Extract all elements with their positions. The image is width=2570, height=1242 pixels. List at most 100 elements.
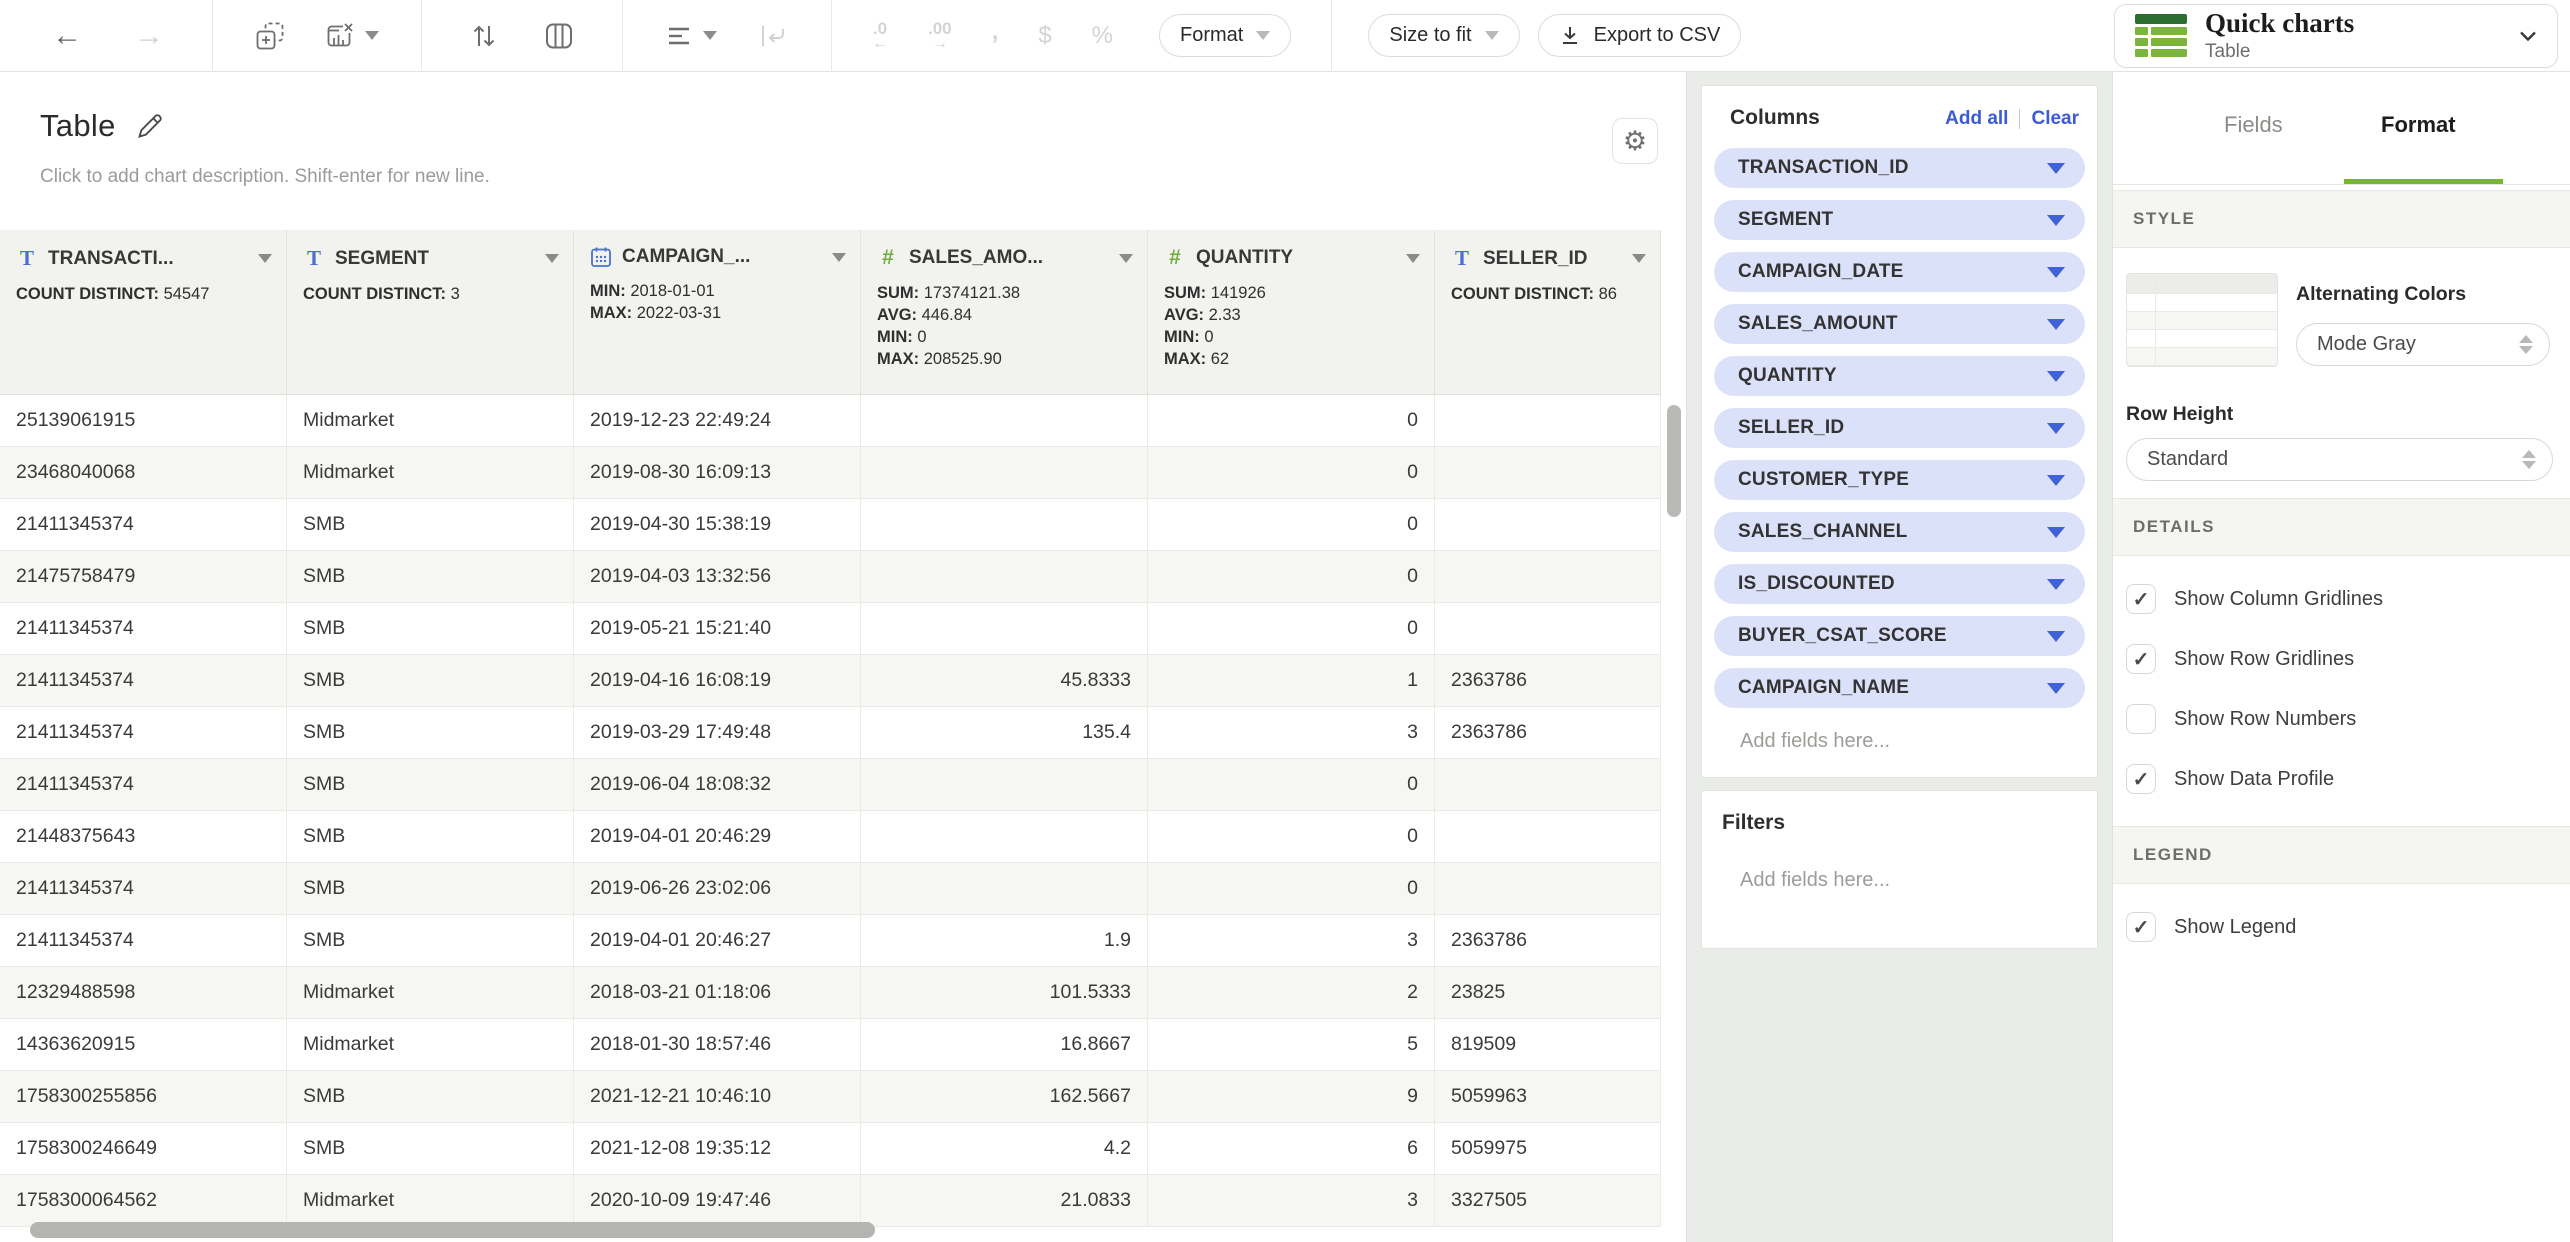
forward-button[interactable]: → [134, 21, 164, 51]
checkbox-checked-icon[interactable]: ✓ [2126, 644, 2156, 674]
duplicate-chart-button[interactable] [255, 21, 285, 51]
alternating-colors-value: Mode Gray [2317, 333, 2416, 356]
table-cell: SMB [287, 811, 574, 862]
column-pill-sales-amount[interactable]: SALES_AMOUNT [1714, 304, 2085, 344]
table-cell: 23468040068 [0, 447, 287, 498]
table-cell: 3 [1148, 915, 1435, 966]
table-row: 1758300246649SMB2021-12-08 19:35:124.265… [0, 1123, 1661, 1175]
format-button[interactable]: Format [1159, 14, 1291, 57]
chart-title[interactable]: Table [40, 108, 116, 144]
column-menu-caret-icon[interactable] [545, 254, 559, 263]
tab-fields[interactable]: Fields [2224, 112, 2283, 138]
table-cell: 25139061915 [0, 395, 287, 446]
percent-format-button[interactable]: % [1092, 22, 1113, 50]
checkbox-show-row-gridlines[interactable]: ✓ Show Row Gridlines [2126, 644, 2550, 674]
table-columns-button[interactable] [544, 22, 574, 50]
table-cell: 2019-08-30 16:09:13 [574, 447, 861, 498]
table-cell: 135.4 [861, 707, 1148, 758]
table-cell: 2018-01-30 18:57:46 [574, 1019, 861, 1070]
column-pill-customer-type[interactable]: CUSTOMER_TYPE [1714, 460, 2085, 500]
column-header-quantity[interactable]: #QUANTITYSUM: 141926AVG: 2.33MIN: 0MAX: … [1148, 230, 1435, 394]
column-menu-caret-icon[interactable] [832, 253, 846, 262]
column-pill-campaign-name[interactable]: CAMPAIGN_NAME [1714, 668, 2085, 708]
decrease-decimal-arrow-icon: ← [872, 37, 888, 50]
pill-caret-icon [2047, 475, 2065, 486]
table-row: 14363620915Midmarket2018-01-30 18:57:461… [0, 1019, 1661, 1071]
checkbox-checked-icon[interactable]: ✓ [2126, 584, 2156, 614]
tab-format[interactable]: Format [2381, 112, 2456, 138]
size-to-fit-button[interactable]: Size to fit [1368, 14, 1519, 57]
table-cell: 21475758479 [0, 551, 287, 602]
decrease-decimal-button[interactable]: .0 ← [872, 21, 888, 50]
column-pill-segment[interactable]: SEGMENT [1714, 200, 2085, 240]
column-pill-quantity[interactable]: QUANTITY [1714, 356, 2085, 396]
checkbox-show-row-numbers[interactable]: Show Row Numbers [2126, 704, 2550, 734]
clear-link[interactable]: Clear [2031, 108, 2079, 130]
add-all-link[interactable]: Add all [1945, 108, 2008, 130]
column-menu-caret-icon[interactable] [1119, 254, 1133, 263]
table-cell: 2019-06-04 18:08:32 [574, 759, 861, 810]
column-pill-sales-channel[interactable]: SALES_CHANNEL [1714, 512, 2085, 552]
pill-caret-icon [2047, 319, 2065, 330]
horizontal-scrollbar-thumb[interactable] [30, 1222, 875, 1238]
edit-title-icon[interactable] [136, 112, 164, 140]
column-pill-is-discounted[interactable]: IS_DISCOUNTED [1714, 564, 2085, 604]
select-arrows-icon [2519, 335, 2533, 354]
remove-chart-button[interactable] [325, 21, 379, 51]
columns-add-fields-dropzone[interactable]: Add fields here... [1714, 720, 2085, 761]
column-menu-caret-icon[interactable] [258, 254, 272, 263]
chart-settings-button[interactable]: ⚙ [1612, 118, 1658, 164]
sort-button[interactable] [470, 22, 498, 50]
column-header-segment[interactable]: TSEGMENTCOUNT DISTINCT: 3 [287, 230, 574, 394]
column-pill-campaign-date[interactable]: CAMPAIGN_DATE [1714, 252, 2085, 292]
stat-label: COUNT DISTINCT: [1451, 285, 1594, 303]
column-stat: MIN: 0 [1164, 326, 1420, 348]
column-pill-buyer-csat-score[interactable]: BUYER_CSAT_SCORE [1714, 616, 2085, 656]
vertical-scrollbar-thumb[interactable] [1667, 405, 1681, 517]
checkbox-checked-icon[interactable]: ✓ [2126, 764, 2156, 794]
table-cell: 21411345374 [0, 499, 287, 550]
pill-caret-icon [2047, 215, 2065, 226]
checkbox-show-legend[interactable]: ✓Show Legend [2126, 912, 2550, 942]
column-header-sales-amo[interactable]: #SALES_AMO...SUM: 17374121.38AVG: 446.84… [861, 230, 1148, 394]
checkbox-show-data-profile[interactable]: ✓Show Data Profile [2126, 764, 2550, 794]
pill-label: SEGMENT [1738, 209, 1833, 231]
chart-type-selector[interactable]: Quick charts Table [2114, 4, 2558, 68]
checkbox-show-column-gridlines[interactable]: ✓Show Column Gridlines [2126, 584, 2550, 614]
checkbox-checked-icon[interactable]: ✓ [2126, 912, 2156, 942]
filters-add-fields-dropzone[interactable]: Add fields here... [1714, 859, 2085, 900]
pill-caret-icon [2047, 423, 2065, 434]
table-cell [861, 395, 1148, 446]
pill-caret-icon [2047, 163, 2065, 174]
table-cell: 0 [1148, 759, 1435, 810]
export-csv-button[interactable]: Export to CSV [1538, 14, 1742, 57]
column-pill-seller-id[interactable]: SELLER_ID [1714, 408, 2085, 448]
table-cell: 21411345374 [0, 707, 287, 758]
text-wrap-button[interactable] [759, 23, 787, 49]
column-stats: SUM: 17374121.38AVG: 446.84MIN: 0MAX: 20… [877, 282, 1133, 370]
checkbox-unchecked-icon[interactable] [2126, 704, 2156, 734]
table-cell: SMB [287, 655, 574, 706]
stat-label: COUNT DISTINCT: [303, 285, 446, 303]
table-cell: 2019-04-01 20:46:27 [574, 915, 861, 966]
table-columns-icon [544, 22, 574, 50]
currency-format-button[interactable]: $ [1038, 22, 1051, 50]
increase-decimal-button[interactable]: .00 → [928, 21, 952, 50]
chart-description-placeholder[interactable]: Click to add chart description. Shift-en… [40, 166, 1686, 188]
thousands-separator-button[interactable]: , [992, 18, 999, 46]
table-row: 21411345374SMB2019-04-30 15:38:190 [0, 499, 1661, 551]
column-header-seller-id[interactable]: TSELLER_IDCOUNT DISTINCT: 86 [1435, 230, 1661, 394]
table-cell: 23825 [1435, 967, 1661, 1018]
column-header-campaign[interactable]: CAMPAIGN_...MIN: 2018-01-01MAX: 2022-03-… [574, 230, 861, 394]
column-menu-caret-icon[interactable] [1406, 254, 1420, 263]
row-height-select[interactable]: Standard [2126, 438, 2553, 481]
column-pill-transaction-id[interactable]: TRANSACTION_ID [1714, 148, 2085, 188]
column-header-transacti[interactable]: TTRANSACTI...COUNT DISTINCT: 54547 [0, 230, 287, 394]
table-row: 21448375643SMB2019-04-01 20:46:290 [0, 811, 1661, 863]
column-menu-caret-icon[interactable] [1632, 254, 1646, 263]
table-cell: 101.5333 [861, 967, 1148, 1018]
back-button[interactable]: ← [52, 21, 82, 51]
alternating-colors-select[interactable]: Mode Gray [2296, 323, 2550, 366]
checkbox-label: Show Row Gridlines [2174, 648, 2354, 671]
text-align-button[interactable] [667, 24, 717, 48]
